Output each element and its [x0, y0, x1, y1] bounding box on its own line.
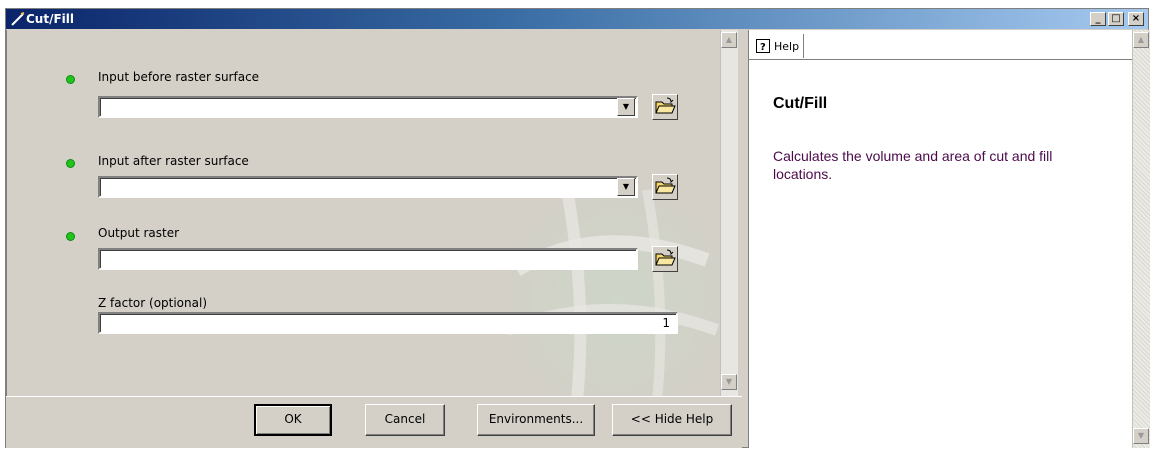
- input-before-field[interactable]: [98, 96, 638, 118]
- ok-button[interactable]: OK: [254, 404, 332, 436]
- dropdown-arrow-icon[interactable]: ▼: [617, 178, 635, 196]
- required-indicator-icon: [67, 76, 74, 83]
- help-tab[interactable]: ? Help: [752, 34, 805, 58]
- help-question-icon: ?: [756, 39, 770, 53]
- open-folder-icon: [655, 177, 676, 194]
- input-after-field[interactable]: [98, 176, 638, 198]
- svg-text:?: ?: [760, 42, 766, 53]
- cancel-button[interactable]: Cancel: [365, 404, 445, 436]
- parameters-scrollbar[interactable]: ▲ ▼: [720, 30, 738, 396]
- browse-input-before-button[interactable]: [652, 94, 678, 120]
- scroll-up-icon[interactable]: ▲: [1133, 32, 1149, 48]
- required-indicator-icon: [67, 233, 74, 240]
- window-title: Cut/Fill: [26, 12, 75, 26]
- input-before-label: Input before raster surface: [98, 70, 260, 84]
- environments-button[interactable]: Environments...: [477, 404, 595, 436]
- required-indicator-icon: [67, 160, 74, 167]
- scroll-down-icon[interactable]: ▼: [721, 374, 737, 390]
- help-tab-label: Help: [774, 39, 800, 53]
- parameters-pane: Input before raster surface ▼ Input afte…: [6, 30, 742, 396]
- output-raster-label: Output raster: [98, 226, 180, 240]
- close-button[interactable]: ×: [1128, 12, 1144, 26]
- z-factor-label: Z factor (optional): [98, 296, 208, 310]
- open-folder-icon: [655, 97, 676, 114]
- hide-help-button[interactable]: << Hide Help: [612, 404, 732, 436]
- scroll-up-icon[interactable]: ▲: [721, 32, 737, 48]
- input-after-label: Input after raster surface: [98, 154, 249, 168]
- help-tab-bar: ? Help: [749, 30, 1135, 60]
- browse-input-after-button[interactable]: [652, 174, 678, 200]
- dropdown-arrow-icon[interactable]: ▼: [617, 98, 635, 116]
- title-bar[interactable]: Cut/Fill _ □ ×: [6, 9, 1148, 29]
- help-scrollbar[interactable]: ▲ ▼: [1132, 30, 1150, 448]
- open-folder-icon: [655, 249, 676, 266]
- output-raster-field[interactable]: [98, 248, 638, 270]
- cut-fill-window: Cut/Fill _ □ × Input before raster surfa…: [5, 8, 1150, 448]
- help-pane: ? Help Cut/Fill Calculates the volume an…: [748, 30, 1150, 448]
- minimize-button[interactable]: _: [1090, 12, 1106, 26]
- scroll-down-icon[interactable]: ▼: [1133, 428, 1149, 444]
- help-description: Calculates the volume and area of cut an…: [773, 148, 1053, 182]
- pencil-icon: [11, 12, 25, 26]
- z-factor-field[interactable]: 1: [98, 312, 678, 334]
- help-title: Cut/Fill: [773, 95, 828, 112]
- maximize-button[interactable]: □: [1108, 12, 1124, 26]
- browse-output-button[interactable]: [652, 246, 678, 272]
- button-bar: OK Cancel Environments... << Hide Help: [6, 396, 742, 448]
